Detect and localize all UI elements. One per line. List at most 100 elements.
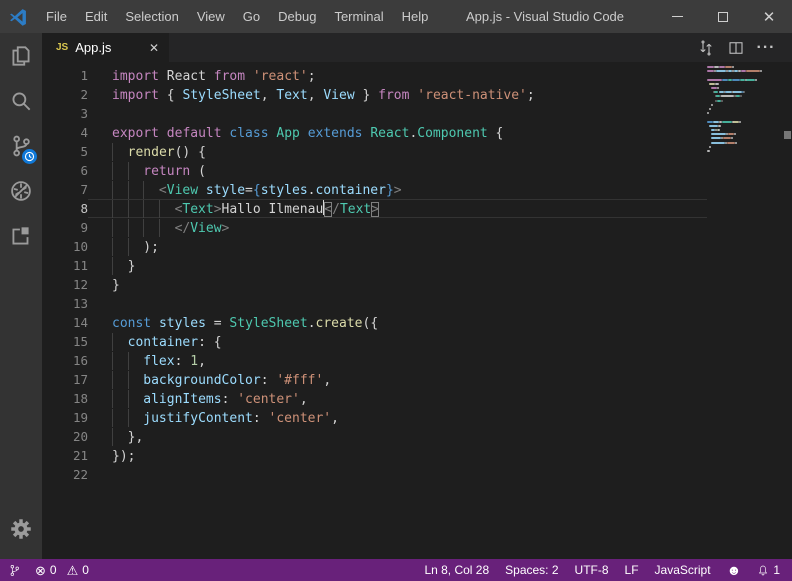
- menu-edit[interactable]: Edit: [76, 0, 116, 33]
- code-line-3[interactable]: 3: [42, 104, 707, 123]
- code-line-18[interactable]: 18alignItems: 'center',: [42, 389, 707, 408]
- feedback-smiley-icon[interactable]: ☻: [727, 563, 742, 577]
- code-line-16[interactable]: 16flex: 1,: [42, 351, 707, 370]
- token: {: [253, 183, 261, 198]
- menu-go[interactable]: Go: [234, 0, 269, 33]
- sync-clock-badge: [22, 149, 37, 164]
- menu-terminal[interactable]: Terminal: [325, 0, 392, 33]
- language-mode-indicator[interactable]: JavaScript: [655, 563, 711, 577]
- minimap-line: [760, 70, 762, 72]
- notifications-button[interactable]: 1: [757, 563, 780, 577]
- code-line-12[interactable]: 12}: [42, 275, 707, 294]
- minimap-line: [722, 121, 732, 123]
- line-content: const styles = StyleSheet.create({: [88, 313, 707, 332]
- code-line-20[interactable]: 20},: [42, 427, 707, 446]
- error-count: 0: [50, 563, 57, 577]
- minimap-line: [718, 125, 721, 127]
- sidebar-item-explorer[interactable]: [0, 33, 42, 78]
- cursor-position-indicator[interactable]: Ln 8, Col 28: [424, 563, 489, 577]
- menu-file[interactable]: File: [37, 0, 76, 33]
- code-line-22[interactable]: 22: [42, 465, 707, 484]
- token: style: [206, 183, 245, 198]
- token: );: [143, 240, 159, 255]
- menu-selection[interactable]: Selection: [116, 0, 187, 33]
- menu-help[interactable]: Help: [393, 0, 438, 33]
- line-number: 10: [42, 237, 88, 256]
- token: () {: [175, 145, 206, 160]
- settings-button[interactable]: [0, 511, 42, 547]
- menu-debug[interactable]: Debug: [269, 0, 325, 33]
- warning-icon: ⚠: [67, 564, 79, 577]
- sidebar-item-search[interactable]: [0, 78, 42, 123]
- code-line-2[interactable]: 2import { StyleSheet, Text, View } from …: [42, 85, 707, 104]
- code-editor[interactable]: 1import React from 'react';2import { Sty…: [42, 62, 792, 559]
- code-line-19[interactable]: 19justifyContent: 'center',: [42, 408, 707, 427]
- code-lines: 1import React from 'react';2import { Sty…: [42, 66, 792, 484]
- code-line-5[interactable]: 5render() {: [42, 142, 707, 161]
- token: styles: [261, 183, 308, 198]
- line-content: justifyContent: 'center',: [88, 408, 707, 427]
- sidebar-item-extensions[interactable]: [0, 213, 42, 258]
- encoding-indicator[interactable]: UTF-8: [575, 563, 609, 577]
- token: '#fff': [276, 373, 323, 388]
- window-title: App.js - Visual Studio Code: [466, 0, 624, 33]
- token: View: [167, 183, 198, 198]
- token: });: [112, 449, 135, 464]
- menu-view[interactable]: View: [188, 0, 234, 33]
- code-line-6[interactable]: 6return (: [42, 161, 707, 180]
- code-line-8[interactable]: 8<Text>Hallo Ilmenau</Text>: [42, 199, 707, 218]
- minimap-line: [711, 104, 713, 106]
- token: flex: [143, 354, 174, 369]
- line-content: export default class App extends React.C…: [88, 123, 707, 142]
- code-line-15[interactable]: 15container: {: [42, 332, 707, 351]
- token: }: [355, 88, 378, 103]
- code-line-21[interactable]: 21});: [42, 446, 707, 465]
- token: Text: [340, 202, 371, 217]
- minimap-line: [746, 70, 760, 72]
- line-content: [88, 104, 707, 123]
- code-line-7[interactable]: 7<View style={styles.container}>: [42, 180, 707, 199]
- indent-guide: [128, 238, 144, 256]
- warning-count: 0: [82, 563, 89, 577]
- sidebar-item-debug[interactable]: [0, 168, 42, 213]
- close-button[interactable]: ✕: [746, 0, 792, 33]
- line-content: }: [88, 275, 707, 294]
- eol-indicator[interactable]: LF: [625, 563, 639, 577]
- code-line-11[interactable]: 11}: [42, 256, 707, 275]
- vscode-window: FileEditSelectionViewGoDebugTerminalHelp…: [0, 0, 792, 581]
- maximize-button[interactable]: [700, 0, 746, 33]
- code-line-13[interactable]: 13: [42, 294, 707, 313]
- line-number: 2: [42, 85, 88, 104]
- line-number: 15: [42, 332, 88, 351]
- open-changes-button[interactable]: [694, 36, 718, 60]
- code-line-17[interactable]: 17backgroundColor: '#fff',: [42, 370, 707, 389]
- code-line-9[interactable]: 9</View>: [42, 218, 707, 237]
- tab-label: App.js: [75, 40, 147, 55]
- line-number: 6: [42, 161, 88, 180]
- tab-appjs[interactable]: JS App.js ✕: [42, 33, 169, 62]
- tab-close-icon[interactable]: ✕: [147, 41, 161, 55]
- indent-guide: [128, 371, 144, 389]
- token: create: [316, 316, 363, 331]
- code-line-4[interactable]: 4export default class App extends React.…: [42, 123, 707, 142]
- git-branch-button[interactable]: [8, 563, 21, 578]
- token: styles: [159, 316, 206, 331]
- sidebar-item-source-control[interactable]: [0, 123, 42, 168]
- indentation-indicator[interactable]: Spaces: 2: [505, 563, 558, 577]
- problems-button[interactable]: ⊗ 0 ⚠ 0: [35, 563, 89, 577]
- minimap-line: [725, 66, 732, 68]
- overview-ruler[interactable]: [783, 62, 792, 559]
- more-actions-button[interactable]: ···: [754, 36, 778, 60]
- minimap-line: [731, 137, 733, 139]
- line-number: 16: [42, 351, 88, 370]
- code-line-1[interactable]: 1import React from 'react';: [42, 66, 707, 85]
- token: :: [222, 392, 238, 407]
- code-line-10[interactable]: 10);: [42, 237, 707, 256]
- split-editor-button[interactable]: [724, 36, 748, 60]
- maximize-icon: [718, 12, 728, 22]
- minimap[interactable]: [707, 66, 783, 555]
- minimize-button[interactable]: [654, 0, 700, 33]
- token: {: [488, 126, 504, 141]
- code-line-14[interactable]: 14const styles = StyleSheet.create({: [42, 313, 707, 332]
- token: Text: [276, 88, 307, 103]
